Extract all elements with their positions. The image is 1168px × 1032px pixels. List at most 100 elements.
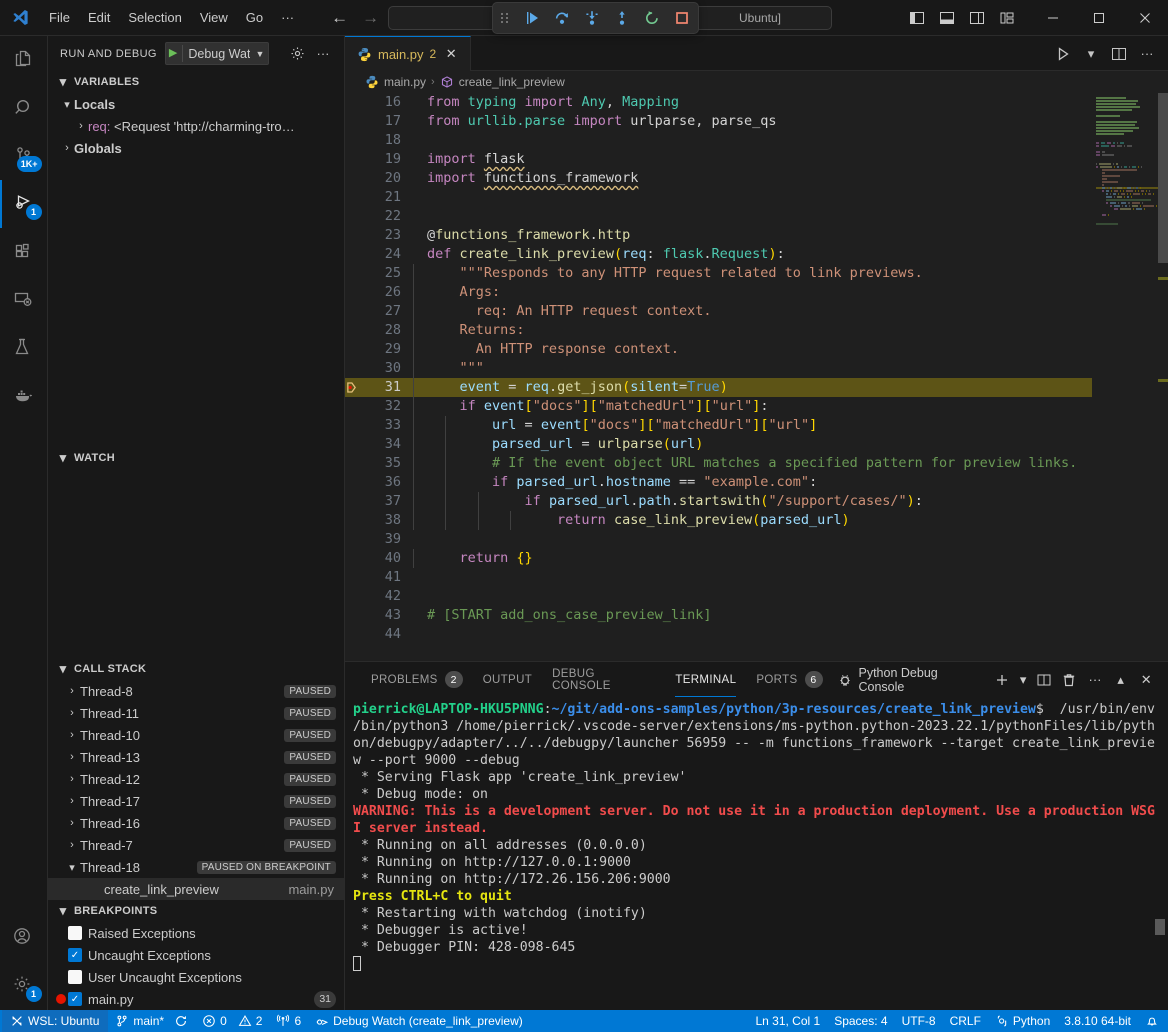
status-problems[interactable]: 0 2	[195, 1010, 269, 1032]
call-stack-frame[interactable]: create_link_preview main.py	[48, 878, 344, 900]
activity-item-source-control[interactable]: 1K+	[0, 132, 48, 180]
menu-file[interactable]: File	[40, 6, 79, 29]
chevron-down-icon[interactable]: ▾	[1078, 41, 1104, 67]
breakpoint-user-uncaught-exceptions[interactable]: User Uncaught Exceptions	[48, 966, 344, 988]
call-stack-thread[interactable]: › Thread-16 PAUSED	[48, 812, 344, 834]
code-line[interactable]: 28 Returns:	[345, 321, 1092, 340]
arrow-right-icon[interactable]: →	[362, 9, 379, 26]
terminal-output[interactable]: pierrick@LAPTOP-HKU5PNNG:~/git/add-ons-s…	[345, 697, 1168, 1010]
status-encoding[interactable]: UTF-8	[895, 1010, 943, 1032]
menu-go[interactable]: Go	[237, 6, 272, 29]
status-language-mode[interactable]: Python	[988, 1010, 1057, 1032]
tab-debug-console[interactable]: DEBUG CONSOLE	[542, 662, 665, 697]
terminal-scrollbar[interactable]	[1155, 919, 1165, 935]
code-line[interactable]: 32 if event["docs"]["matchedUrl"]["url"]…	[345, 397, 1092, 416]
activity-item-explorer[interactable]	[0, 36, 48, 84]
checkbox-checked[interactable]: ✓	[68, 948, 82, 962]
call-stack-header[interactable]: ▾ CALL STACK	[48, 658, 344, 680]
status-debug-session[interactable]: Debug Watch (create_link_preview)	[308, 1010, 530, 1032]
new-terminal-icon[interactable]	[991, 668, 1015, 692]
call-stack-thread[interactable]: › Thread-8 PAUSED	[48, 680, 344, 702]
code-line[interactable]: 38 return case_link_preview(parsed_url)	[345, 511, 1092, 530]
checkbox-unchecked[interactable]	[68, 926, 82, 940]
ellipsis-icon[interactable]: ···	[1083, 668, 1107, 692]
toggle-secondary-sidebar-icon[interactable]	[964, 5, 990, 31]
code-line[interactable]: 34 parsed_url = urlparse(url)	[345, 435, 1092, 454]
split-editor-icon[interactable]	[1106, 41, 1132, 67]
code-line[interactable]: 21	[345, 188, 1092, 207]
run-python-file-icon[interactable]	[1050, 41, 1076, 67]
sync-icon[interactable]	[174, 1014, 188, 1028]
breakpoints-header[interactable]: ▾ BREAKPOINTS	[48, 900, 344, 922]
activity-item-manage[interactable]: 1	[0, 962, 48, 1010]
minimize-icon[interactable]	[1030, 0, 1076, 36]
tab-terminal[interactable]: TERMINAL	[665, 662, 746, 697]
close-icon[interactable]: ✕	[442, 46, 460, 62]
watch-header[interactable]: ▾ WATCH	[48, 447, 344, 469]
call-stack-thread-active[interactable]: ▾ Thread-18 PAUSED ON BREAKPOINT	[48, 856, 344, 878]
code-line[interactable]: 18	[345, 131, 1092, 150]
code-line[interactable]: 44	[345, 625, 1092, 644]
breakpoint-main-py[interactable]: ✓ main.py 31	[48, 988, 344, 1010]
call-stack-thread[interactable]: › Thread-7 PAUSED	[48, 834, 344, 856]
gear-icon[interactable]	[286, 43, 308, 65]
arrow-left-icon[interactable]: ←	[331, 9, 348, 26]
activity-item-accounts[interactable]	[0, 914, 48, 962]
status-indentation[interactable]: Spaces: 4	[827, 1010, 894, 1032]
chevron-down-icon[interactable]: ▾	[1016, 668, 1030, 692]
close-icon[interactable]	[1122, 0, 1168, 36]
status-branch[interactable]: main*	[108, 1010, 195, 1032]
continue-button[interactable]	[523, 10, 540, 27]
breakpoint-marker-icon[interactable]	[345, 381, 367, 394]
scrollbar-thumb[interactable]	[1158, 93, 1168, 263]
toggle-primary-sidebar-icon[interactable]	[904, 5, 930, 31]
tab-ports[interactable]: PORTS 6	[746, 662, 832, 697]
call-stack-thread[interactable]: › Thread-11 PAUSED	[48, 702, 344, 724]
variables-header[interactable]: ▾ VARIABLES	[48, 71, 344, 93]
code-lines[interactable]: 16from typing import Any, Mapping17from …	[345, 93, 1092, 661]
code-line[interactable]: 35 # If the event object URL matches a s…	[345, 454, 1092, 473]
code-editor[interactable]: 16from typing import Any, Mapping17from …	[345, 93, 1168, 661]
maximize-panel-icon[interactable]: ▴	[1109, 668, 1133, 692]
tab-output[interactable]: OUTPUT	[473, 662, 542, 697]
ellipsis-icon[interactable]: ···	[312, 43, 334, 65]
minimap[interactable]	[1092, 93, 1168, 661]
code-line[interactable]: 22	[345, 207, 1092, 226]
code-line[interactable]: 29 An HTTP response context.	[345, 340, 1092, 359]
stop-button[interactable]	[673, 10, 690, 27]
debug-configuration-select[interactable]: ▶ Debug Wat ▼	[165, 42, 269, 65]
code-line[interactable]: 17from urllib.parse import urlparse, par…	[345, 112, 1092, 131]
code-line[interactable]: 25 """Responds to any HTTP request relat…	[345, 264, 1092, 283]
activity-item-run-and-debug[interactable]: 1	[0, 180, 48, 228]
breakpoint-raised-exceptions[interactable]: Raised Exceptions	[48, 922, 344, 944]
menu-more[interactable]: ···	[272, 6, 303, 29]
code-line[interactable]: 39	[345, 530, 1092, 549]
split-terminal-icon[interactable]	[1032, 668, 1056, 692]
code-line[interactable]: 43# [START add_ons_case_preview_link]	[345, 606, 1092, 625]
activity-item-testing[interactable]	[0, 324, 48, 372]
call-stack-thread[interactable]: › Thread-13 PAUSED	[48, 746, 344, 768]
breakpoint-uncaught-exceptions[interactable]: ✓ Uncaught Exceptions	[48, 944, 344, 966]
code-line[interactable]: 20import functions_framework	[345, 169, 1092, 188]
status-cursor-position[interactable]: Ln 31, Col 1	[748, 1010, 827, 1032]
step-over-button[interactable]	[553, 10, 570, 27]
step-into-button[interactable]	[583, 10, 600, 27]
restart-button[interactable]	[643, 10, 660, 27]
code-line[interactable]: 24def create_link_preview(req: flask.Req…	[345, 245, 1092, 264]
variables-group-globals[interactable]: › Globals	[48, 137, 344, 159]
code-line[interactable]: 37 if parsed_url.path.startswith("/suppo…	[345, 492, 1092, 511]
kill-terminal-icon[interactable]	[1058, 668, 1082, 692]
activity-item-docker[interactable]	[0, 372, 48, 420]
close-panel-icon[interactable]: ✕	[1134, 668, 1158, 692]
play-icon[interactable]: ▶	[169, 48, 177, 59]
code-line[interactable]: 23@functions_framework.http	[345, 226, 1092, 245]
status-radio-tower[interactable]: 6	[269, 1010, 308, 1032]
customize-layout-icon[interactable]	[994, 5, 1020, 31]
code-line[interactable]: 40 return {}	[345, 549, 1092, 568]
activity-item-extensions[interactable]	[0, 228, 48, 276]
menu-view[interactable]: View	[191, 6, 237, 29]
call-stack-thread[interactable]: › Thread-17 PAUSED	[48, 790, 344, 812]
active-terminal-selector[interactable]: Python Debug Console	[833, 667, 989, 693]
editor-tab-main-py[interactable]: main.py 2 ✕	[345, 36, 471, 71]
code-line[interactable]: 30 """	[345, 359, 1092, 378]
